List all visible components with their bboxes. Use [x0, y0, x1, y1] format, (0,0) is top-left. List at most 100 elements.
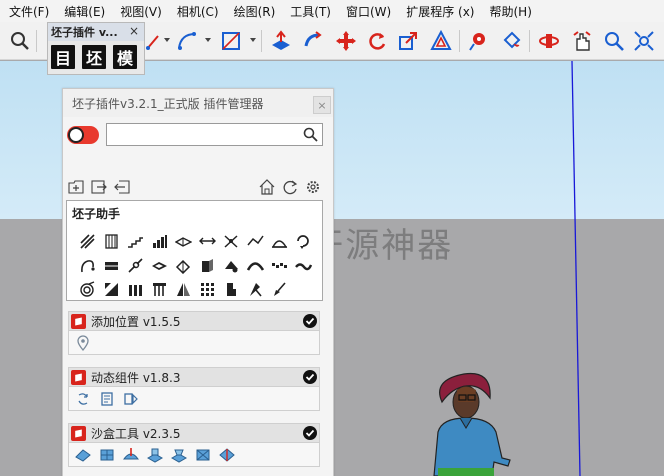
plugin-card-dynamic-components: 动态组件 v1.8.3	[68, 367, 320, 411]
helper-tool-icon[interactable]	[171, 229, 195, 253]
helper-tool-icon[interactable]	[147, 253, 171, 277]
move-icon[interactable]	[335, 30, 357, 52]
helper-tool-icon[interactable]	[267, 277, 291, 301]
settings-icon[interactable]	[305, 179, 321, 195]
menu-camera[interactable]: 相机(C)	[173, 3, 223, 20]
tape-measure-icon[interactable]	[468, 30, 490, 52]
menu-draw[interactable]: 绘图(R)	[230, 3, 280, 20]
import-icon[interactable]	[114, 179, 130, 195]
plugin-card-add-location: 添加位置 v1.5.5	[68, 311, 320, 355]
plugin-card-header[interactable]: 添加位置 v1.5.5	[68, 311, 320, 331]
helper-tool-icon[interactable]	[267, 253, 291, 277]
zoom-icon[interactable]	[9, 30, 31, 52]
helper-tool-icon[interactable]	[171, 253, 195, 277]
add-plugin-icon[interactable]	[68, 179, 84, 195]
helper-tool-icon[interactable]	[75, 277, 99, 301]
home-icon[interactable]	[259, 179, 275, 195]
rectangle-tool-icon[interactable]	[220, 30, 242, 52]
smoove-icon[interactable]	[123, 447, 139, 463]
enable-toggle[interactable]	[67, 126, 99, 144]
check-icon[interactable]	[303, 314, 317, 328]
plugin-tool-row	[68, 443, 320, 467]
panel-close-icon[interactable]: ×	[313, 96, 331, 114]
arc-dropdown[interactable]	[205, 38, 211, 42]
check-icon[interactable]	[303, 370, 317, 384]
pencil-dropdown[interactable]	[164, 38, 170, 42]
search-input[interactable]	[106, 123, 323, 146]
pencil-tool-icon[interactable]	[144, 30, 166, 52]
mini-button-model[interactable]: 模	[113, 45, 137, 69]
plugin-name: 动态组件 v1.8.3	[91, 370, 181, 385]
toolbar-separator	[529, 30, 530, 52]
plugin-card-header[interactable]: 沙盒工具 v2.3.5	[68, 423, 320, 443]
pizi-mini-toolbar: 坯子插件 v... × 目 坯 模	[47, 22, 145, 75]
paint-bucket-icon[interactable]	[500, 30, 522, 52]
refresh-icon[interactable]	[282, 179, 298, 195]
helper-tool-icon[interactable]	[195, 229, 219, 253]
helper-tool-icon[interactable]	[243, 277, 267, 301]
zoom-tool-icon[interactable]	[603, 30, 625, 52]
search-icon[interactable]	[303, 127, 318, 142]
offset-icon[interactable]	[430, 30, 452, 52]
export-icon[interactable]	[91, 179, 107, 195]
location-pin-icon[interactable]	[75, 334, 91, 351]
rectangle-dropdown[interactable]	[250, 38, 256, 42]
menu-file[interactable]: 文件(F)	[5, 3, 53, 20]
mini-button-catalog[interactable]: 目	[51, 45, 75, 69]
helper-tool-icon[interactable]	[99, 229, 123, 253]
sketchup-logo-icon	[71, 425, 86, 441]
helper-tool-icon[interactable]	[123, 253, 147, 277]
push-pull-icon[interactable]	[270, 30, 292, 52]
helper-tool-icon[interactable]	[291, 229, 315, 253]
helper-tool-icon[interactable]	[123, 277, 147, 301]
from-scratch-icon[interactable]	[99, 447, 115, 463]
from-contours-icon[interactable]	[75, 447, 91, 463]
flip-edge-icon[interactable]	[219, 447, 235, 463]
helper-tool-icon[interactable]	[99, 277, 123, 301]
scale-icon[interactable]	[397, 30, 419, 52]
plugin-card-header[interactable]: 动态组件 v1.8.3	[68, 367, 320, 387]
follow-me-icon[interactable]	[302, 30, 324, 52]
mini-toolbar-close-icon[interactable]: ×	[129, 24, 139, 38]
helper-tool-icon[interactable]	[75, 229, 99, 253]
helper-tool-icon[interactable]	[243, 253, 267, 277]
drape-icon[interactable]	[171, 447, 187, 463]
orbit-icon[interactable]	[538, 30, 560, 52]
scale-figure[interactable]	[424, 362, 534, 476]
interact-icon[interactable]	[75, 391, 91, 407]
helper-tool-icon[interactable]	[219, 229, 243, 253]
helper-tool-icon[interactable]	[147, 277, 171, 301]
stamp-icon[interactable]	[147, 447, 163, 463]
add-detail-icon[interactable]	[195, 447, 211, 463]
helper-tool-icon[interactable]	[75, 253, 99, 277]
check-icon[interactable]	[303, 426, 317, 440]
plugin-tool-row	[68, 331, 320, 355]
menu-help[interactable]: 帮助(H)	[485, 3, 535, 20]
helper-tool-icon[interactable]	[123, 229, 147, 253]
menu-extensions[interactable]: 扩展程序 (x)	[402, 3, 478, 20]
mini-button-pizi[interactable]: 坯	[82, 45, 106, 69]
menu-tools[interactable]: 工具(T)	[286, 3, 335, 20]
menu-edit[interactable]: 编辑(E)	[60, 3, 109, 20]
menu-window[interactable]: 窗口(W)	[342, 3, 395, 20]
helper-tool-icon[interactable]	[171, 277, 195, 301]
helper-tool-icon[interactable]	[195, 277, 219, 301]
zoom-extents-icon[interactable]	[633, 30, 655, 52]
helper-tool-icon[interactable]	[267, 229, 291, 253]
helper-title: 坯子助手	[72, 207, 121, 221]
helper-tool-icon[interactable]	[219, 277, 243, 301]
helper-tool-icon[interactable]	[219, 253, 243, 277]
component-attributes-icon[interactable]	[123, 391, 139, 407]
helper-tool-icon[interactable]	[147, 229, 171, 253]
pan-icon[interactable]	[571, 30, 593, 52]
helper-tool-icon[interactable]	[291, 253, 315, 277]
helper-tool-icon[interactable]	[99, 253, 123, 277]
rotate-icon[interactable]	[366, 30, 388, 52]
blue-axis	[571, 61, 581, 476]
helper-section: 坯子助手	[66, 200, 323, 301]
arc-tool-icon[interactable]	[176, 30, 198, 52]
component-options-icon[interactable]	[99, 391, 115, 407]
menu-view[interactable]: 视图(V)	[116, 3, 166, 20]
helper-tool-icon[interactable]	[243, 229, 267, 253]
helper-tool-icon[interactable]	[195, 253, 219, 277]
